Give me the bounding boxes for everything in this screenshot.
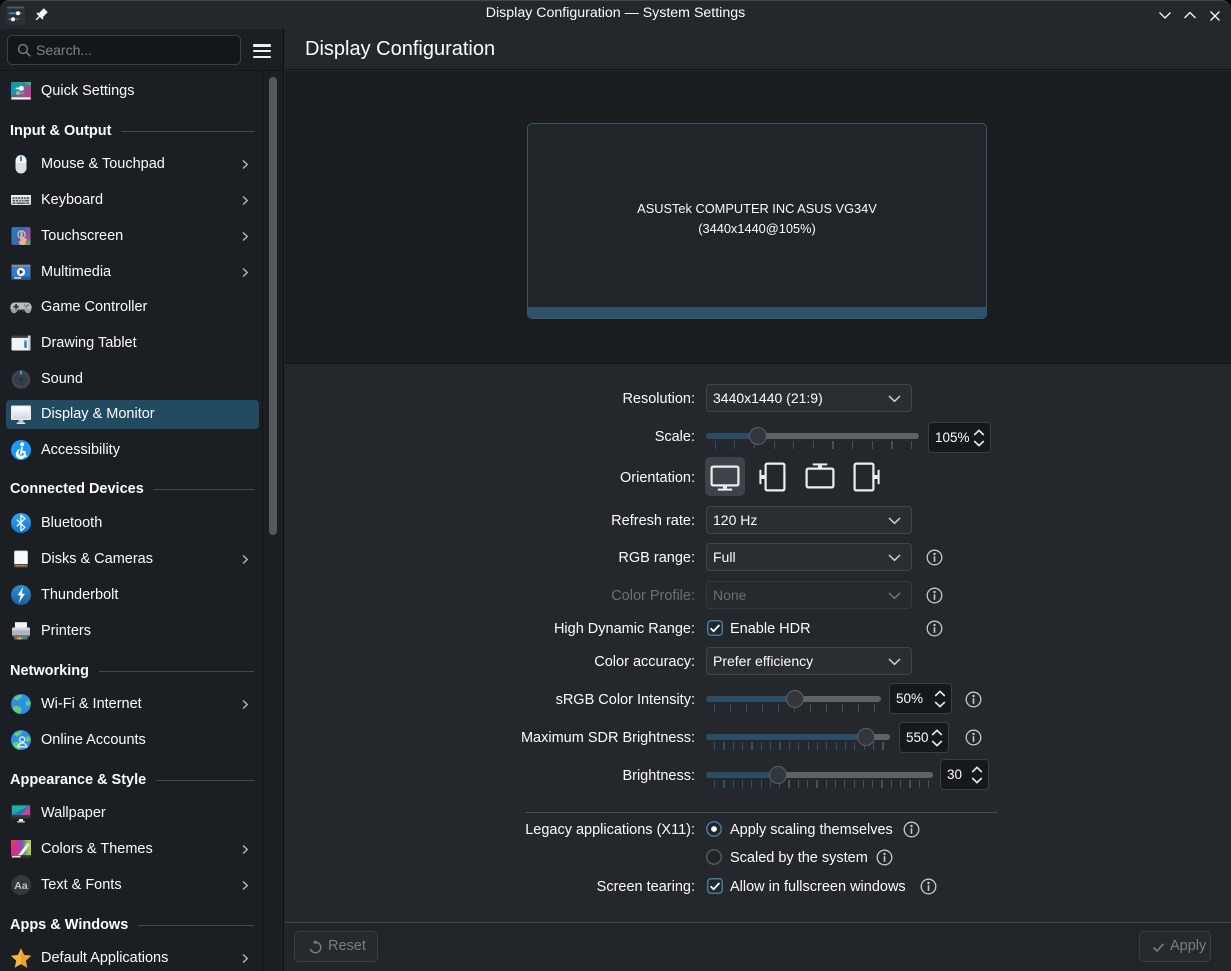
svg-text:Aa: Aa <box>14 880 28 892</box>
